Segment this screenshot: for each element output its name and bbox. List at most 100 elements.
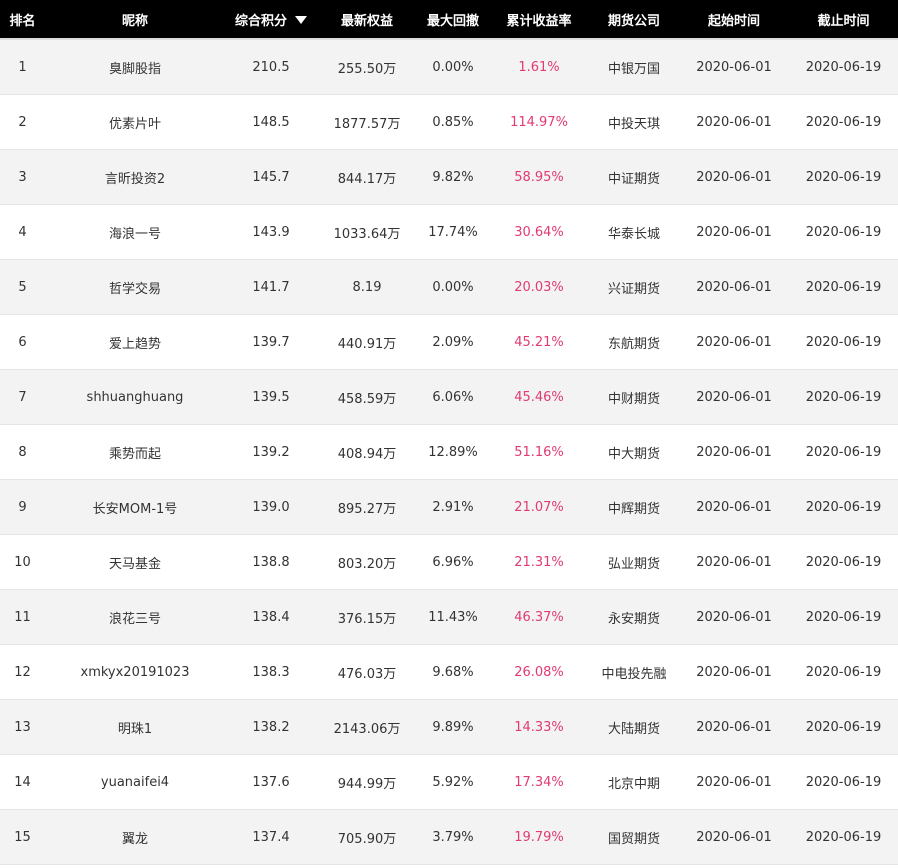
- table-row[interactable]: 3 言昕投资2 145.7 844.17万 9.82% 58.95% 中证期货 2020-06…: [0, 150, 898, 205]
- broker-cell: 永安期货: [607, 611, 660, 627]
- rank-cell: 11: [14, 609, 31, 625]
- broker-cell: 中辉期货: [607, 501, 660, 517]
- table-row[interactable]: 11 浪花三号 138.4 376.15万 11.43% 46.37% 永安期货 2020-0…: [0, 590, 898, 645]
- rank-cell: 15: [14, 829, 31, 845]
- header-equity[interactable]: 最新权益: [317, 0, 417, 38]
- nickname-cell: 乘势而起: [108, 446, 161, 462]
- start-date-cell: 2020-06-01: [696, 829, 772, 845]
- end-date-cell: 2020-06-19: [805, 774, 882, 790]
- start-date-cell: 2020-06-01: [696, 114, 772, 130]
- rank-cell: 12: [14, 664, 31, 680]
- nickname-cell: 翼龙: [121, 831, 148, 847]
- end-date-cell: 2020-06-19: [805, 114, 882, 130]
- equity-cell: 8.19: [352, 279, 382, 295]
- table-row[interactable]: 10 天马基金 138.8 803.20万 6.96% 21.31% 弘业期货 2020-06…: [0, 535, 898, 590]
- return-cell: 114.97%: [510, 114, 568, 130]
- return-cell: 30.64%: [514, 224, 564, 240]
- header-start[interactable]: 起始时间: [679, 0, 789, 38]
- rank-cell: 14: [14, 774, 31, 790]
- drawdown-cell: 11.43%: [428, 609, 478, 625]
- end-date-cell: 2020-06-19: [805, 499, 882, 515]
- equity-cell: 1877.57万: [333, 116, 401, 132]
- header-return[interactable]: 累计收益率: [489, 0, 589, 38]
- broker-cell: 东航期货: [607, 336, 660, 352]
- equity-cell: 255.50万: [337, 61, 397, 77]
- rank-cell: 1: [18, 59, 27, 75]
- table-row[interactable]: 6 爱上趋势 139.7 440.91万 2.09% 45.21% 东航期货 2020-06-…: [0, 315, 898, 370]
- nickname-cell: 浪花三号: [108, 611, 161, 627]
- rank-cell: 3: [18, 169, 27, 185]
- header-score[interactable]: 综合积分: [225, 0, 317, 38]
- start-date-cell: 2020-06-01: [696, 664, 772, 680]
- table-row[interactable]: 7 shhuanghuang 139.5 458.59万 6.06% 45.46% 中财期货…: [0, 370, 898, 425]
- equity-cell: 803.20万: [337, 556, 397, 572]
- rank-cell: 9: [18, 499, 27, 515]
- broker-cell: 弘业期货: [607, 556, 660, 572]
- score-cell: 143.9: [252, 224, 290, 240]
- rank-cell: 2: [18, 114, 27, 130]
- equity-cell: 476.03万: [337, 666, 397, 682]
- table-row[interactable]: 8 乘势而起 139.2 408.94万 12.89% 51.16% 中大期货 2020-06…: [0, 425, 898, 480]
- equity-cell: 895.27万: [337, 501, 397, 517]
- equity-cell: 440.91万: [337, 336, 397, 352]
- return-cell: 45.46%: [514, 389, 564, 405]
- equity-cell: 1033.64万: [333, 226, 401, 242]
- drawdown-cell: 6.06%: [432, 389, 474, 405]
- score-cell: 145.7: [252, 169, 290, 185]
- equity-cell: 376.15万: [337, 611, 397, 627]
- sort-desc-icon[interactable]: [295, 15, 307, 24]
- broker-cell: 中证期货: [607, 171, 660, 187]
- score-cell: 139.7: [252, 334, 290, 350]
- table-row[interactable]: 15 翼龙 137.4 705.90万 3.79% 19.79% 国贸期货 2020-06-0…: [0, 810, 898, 865]
- score-cell: 138.3: [252, 664, 290, 680]
- broker-cell: 中投天琪: [607, 116, 660, 132]
- nickname-cell: 臭脚股指: [108, 61, 161, 77]
- table-body: 1 臭脚股指 210.5 255.50万 0.00% 1.61% 中银万国 2020-06-0…: [0, 40, 898, 865]
- broker-cell: 中大期货: [607, 446, 660, 462]
- return-cell: 51.16%: [514, 444, 564, 460]
- end-date-cell: 2020-06-19: [805, 829, 882, 845]
- end-date-cell: 2020-06-19: [805, 664, 882, 680]
- start-date-cell: 2020-06-01: [696, 719, 772, 735]
- table-row[interactable]: 9 长安MOM-1号 139.0 895.27万 2.91% 21.07% 中辉期货 2020…: [0, 480, 898, 535]
- return-cell: 21.31%: [514, 554, 564, 570]
- table-row[interactable]: 4 海浪一号 143.9 1033.64万 17.74% 30.64% 华泰长城 2020-0…: [0, 205, 898, 260]
- drawdown-cell: 2.09%: [432, 334, 474, 350]
- score-cell: 138.2: [252, 719, 290, 735]
- table-row[interactable]: 2 优素片叶 148.5 1877.57万 0.85% 114.97% 中投天琪 2020-0…: [0, 95, 898, 150]
- return-cell: 19.79%: [514, 829, 564, 845]
- end-date-cell: 2020-06-19: [805, 719, 882, 735]
- rank-cell: 5: [18, 279, 27, 295]
- start-date-cell: 2020-06-01: [696, 59, 772, 75]
- drawdown-cell: 3.79%: [432, 829, 474, 845]
- start-date-cell: 2020-06-01: [696, 499, 772, 515]
- end-date-cell: 2020-06-19: [805, 169, 882, 185]
- broker-cell: 兴证期货: [607, 281, 660, 297]
- table-row[interactable]: 5 哲学交易 141.7 8.19 0.00% 20.03% 兴证期货 2020-06-01 2…: [0, 260, 898, 315]
- end-date-cell: 2020-06-19: [805, 444, 882, 460]
- header-nickname[interactable]: 昵称: [45, 0, 225, 38]
- table-row[interactable]: 1 臭脚股指 210.5 255.50万 0.00% 1.61% 中银万国 2020-06-0…: [0, 40, 898, 95]
- rank-cell: 6: [18, 334, 27, 350]
- header-broker[interactable]: 期货公司: [589, 0, 679, 38]
- header-end[interactable]: 截止时间: [789, 0, 898, 38]
- drawdown-cell: 0.00%: [432, 59, 474, 75]
- equity-cell: 844.17万: [337, 171, 397, 187]
- header-drawdown[interactable]: 最大回撤: [417, 0, 489, 38]
- nickname-cell: 明珠1: [117, 721, 153, 737]
- nickname-cell: 爱上趋势: [108, 336, 161, 352]
- header-rank[interactable]: 排名: [0, 0, 45, 38]
- score-cell: 138.8: [252, 554, 290, 570]
- drawdown-cell: 2.91%: [432, 499, 474, 515]
- table-row[interactable]: 14 yuanaifei4 137.6 944.99万 5.92% 17.34% 北京中期 2…: [0, 755, 898, 810]
- table-row[interactable]: 12 xmkyx20191023 138.3 476.03万 9.68% 26.08% 中电…: [0, 645, 898, 700]
- start-date-cell: 2020-06-01: [696, 279, 772, 295]
- start-date-cell: 2020-06-01: [696, 444, 772, 460]
- drawdown-cell: 9.82%: [432, 169, 474, 185]
- rank-cell: 8: [18, 444, 27, 460]
- table-row[interactable]: 13 明珠1 138.2 2143.06万 9.89% 14.33% 大陆期货 2020-06…: [0, 700, 898, 755]
- broker-cell: 华泰长城: [607, 226, 660, 242]
- broker-cell: 大陆期货: [607, 721, 660, 737]
- drawdown-cell: 12.89%: [428, 444, 478, 460]
- start-date-cell: 2020-06-01: [696, 609, 772, 625]
